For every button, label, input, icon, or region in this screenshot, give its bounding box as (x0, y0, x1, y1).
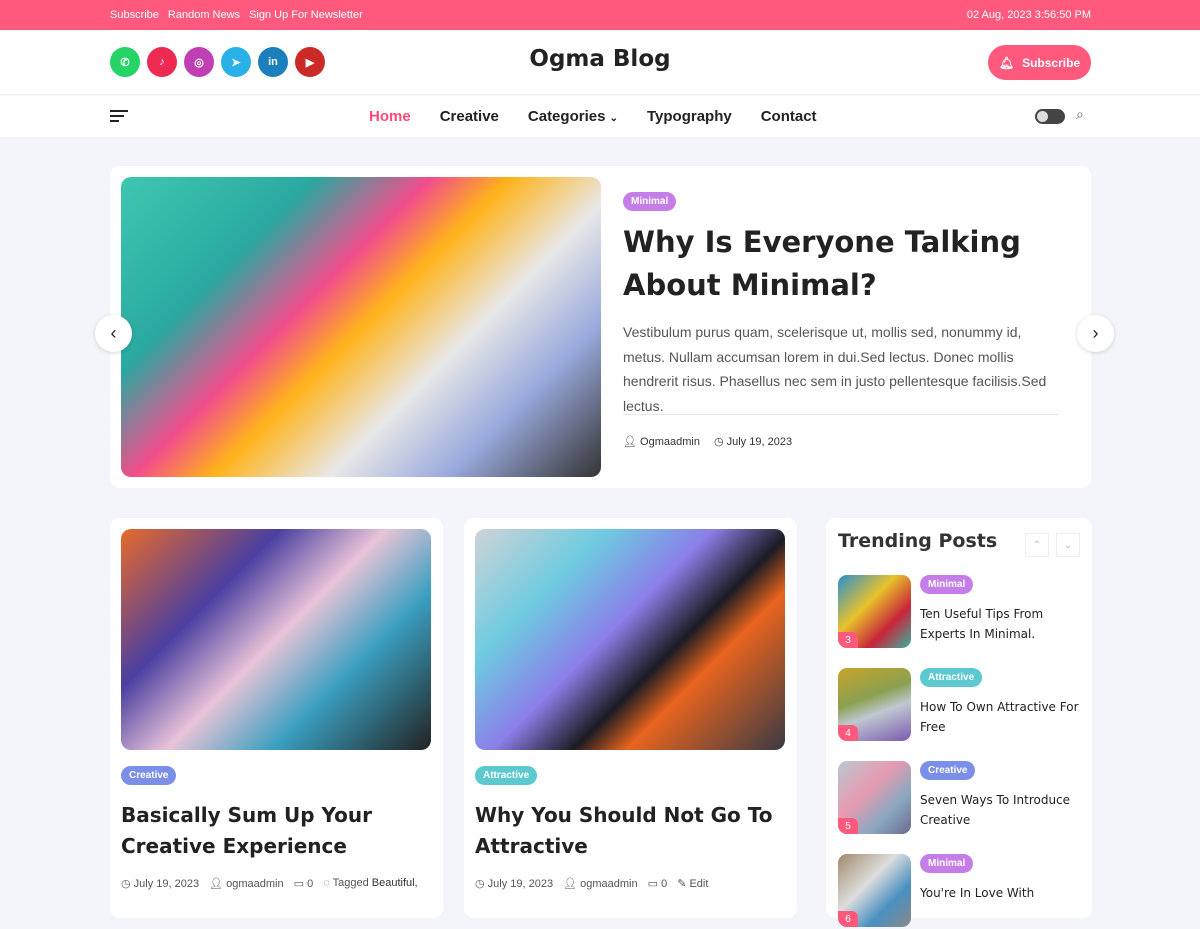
search-icon[interactable]: ⌕ (1076, 106, 1084, 123)
youtube-icon[interactable]: ▶ (295, 47, 325, 77)
rank-number: 5 (838, 818, 858, 834)
chevron-down-icon: ⌄ (609, 113, 618, 124)
telegram-icon[interactable]: ➤ (221, 47, 251, 77)
trending-thumbnail[interactable]: 3 (838, 575, 911, 648)
trending-item: 6 Minimal You're In Love With (838, 854, 1088, 929)
slider-next-button[interactable]: › (1077, 315, 1114, 352)
post-title[interactable]: Basically Sum Up Your Creative Experienc… (121, 800, 431, 862)
nav-contact[interactable]: Contact (761, 108, 817, 125)
clock-icon: ◷ (713, 436, 724, 448)
category-badge[interactable]: Creative (920, 761, 976, 780)
site-header: ✆ ♪ ◎ ➤ in ▶ Ogma Blog 🔔︎ Subscribe (0, 30, 1200, 95)
instagram-icon[interactable]: ◎ (184, 47, 214, 77)
featured-excerpt: Vestibulum purus quam, scelerisque ut, m… (623, 324, 1047, 414)
author-name: ogmaadmin (580, 878, 638, 890)
edit-label: Edit (689, 878, 709, 890)
whatsapp-icon[interactable]: ✆ (110, 47, 140, 77)
current-datetime: 02 Aug, 2023 3:56:50 PM (966, 9, 1091, 21)
comment-count: 0 (661, 878, 668, 890)
top-link-random-news[interactable]: Random News (168, 9, 240, 21)
chevron-up-icon[interactable]: ⌃ (1025, 533, 1049, 557)
category-badge[interactable]: Creative (121, 766, 177, 785)
trending-item: 5 Creative Seven Ways To Introduce Creat… (838, 761, 1088, 836)
post-image[interactable] (475, 529, 785, 750)
nav-categories-label: Categories (527, 108, 606, 125)
rank-number: 6 (838, 911, 858, 927)
trending-title[interactable]: How To Own Attractive For Free (920, 697, 1085, 737)
date-text: July 19, 2023 (133, 878, 200, 890)
featured-slider: Minimal Why Is Everyone Talking About Mi… (110, 166, 1091, 488)
slider-prev-button[interactable]: ‹ (95, 315, 132, 352)
category-badge[interactable]: Attractive (920, 668, 983, 687)
featured-image[interactable] (121, 177, 601, 477)
nav-typography[interactable]: Typography (647, 108, 732, 125)
post-title[interactable]: Why You Should Not Go To Attractive (475, 800, 785, 862)
nav-creative[interactable]: Creative (440, 108, 499, 125)
comments[interactable]: ▭ 0 (648, 877, 668, 890)
top-link-newsletter[interactable]: Sign Up For Newsletter (249, 9, 363, 21)
category-badge[interactable]: Minimal (920, 575, 974, 594)
subscribe-button[interactable]: 🔔︎ Subscribe (988, 45, 1091, 80)
widget-title: Trending Posts (838, 530, 998, 552)
author[interactable]: 👤︎ ogmaadmin (563, 877, 638, 890)
trending-item: 3 Minimal Ten Useful Tips From Experts I… (838, 575, 1088, 650)
date: ◷ July 19, 2023 (475, 878, 554, 890)
trending-thumbnail[interactable]: 4 (838, 668, 911, 741)
chevron-down-icon[interactable]: ⌄ (1056, 533, 1080, 557)
edit-link[interactable]: ✎ Edit (677, 877, 708, 890)
tags: ◌ Tagged Beautiful, (323, 877, 418, 889)
trending-thumbnail[interactable]: 5 (838, 761, 911, 834)
post-card: Attractive Why You Should Not Go To Attr… (464, 518, 797, 918)
nav-home[interactable]: Home (369, 108, 411, 125)
author-name: ogmaadmin (226, 878, 284, 890)
author[interactable]: 👤︎ ogmaadmin (209, 877, 284, 890)
featured-title[interactable]: Why Is Everyone Talking About Minimal? (623, 221, 1043, 307)
date: ◷ July 19, 2023 (121, 878, 200, 890)
category-badge[interactable]: Minimal (920, 854, 974, 873)
nav-categories[interactable]: Categories ⌄ (528, 108, 618, 125)
rank-number: 3 (838, 632, 858, 648)
trending-item: 4 Attractive How To Own Attractive For F… (838, 668, 1088, 743)
post-image[interactable] (121, 529, 431, 750)
tagged-label: Tagged (332, 877, 369, 889)
category-badge[interactable]: Attractive (475, 766, 538, 785)
tag-link[interactable]: Beautiful, (372, 877, 418, 889)
subscribe-label: Subscribe (1022, 55, 1081, 70)
rank-number: 4 (838, 725, 858, 741)
site-title[interactable]: Ogma Blog (529, 46, 670, 72)
trending-posts-widget: Trending Posts ⌃ ⌄ 3 Minimal Ten Useful … (826, 518, 1092, 927)
main-nav: Home Creative Categories ⌄ Typography Co… (0, 96, 1200, 137)
bell-icon: 🔔︎ (998, 55, 1015, 70)
menu-icon[interactable] (110, 110, 128, 125)
trending-title[interactable]: Ten Useful Tips From Experts In Minimal. (920, 604, 1085, 644)
top-link-subscribe[interactable]: Subscribe (110, 9, 159, 21)
date: ◷ July 19, 2023 (714, 435, 792, 448)
author[interactable]: 👤︎ Ogmaadmin (623, 435, 700, 448)
user-icon: 👤︎ (623, 436, 637, 448)
top-bar: Subscribe Random News Sign Up For Newsle… (0, 0, 1200, 30)
date-text: July 19, 2023 (487, 878, 554, 890)
tiktok-icon[interactable]: ♪ (147, 47, 177, 77)
date-text: July 19, 2023 (726, 436, 793, 448)
category-badge[interactable]: Minimal (623, 192, 677, 211)
linkedin-icon[interactable]: in (258, 47, 288, 77)
trending-title[interactable]: Seven Ways To Introduce Creative (920, 790, 1085, 830)
comments[interactable]: ▭ 0 (294, 877, 314, 890)
post-card: Creative Basically Sum Up Your Creative … (110, 518, 443, 918)
author-name: Ogmaadmin (640, 436, 700, 448)
comment-count: 0 (307, 878, 314, 890)
divider (623, 414, 1058, 415)
trending-thumbnail[interactable]: 6 (838, 854, 911, 927)
dark-mode-toggle[interactable] (1035, 109, 1065, 124)
trending-title[interactable]: You're In Love With (920, 883, 1085, 903)
